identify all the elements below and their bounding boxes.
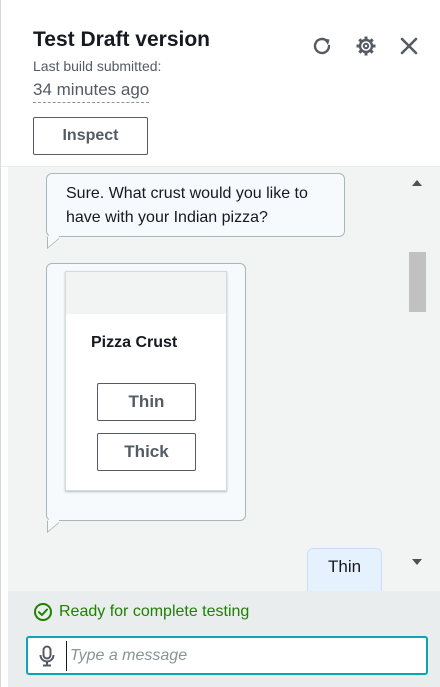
card-button-thick[interactable]: Thick — [97, 433, 196, 471]
build-time: 34 minutes ago — [33, 80, 150, 103]
bot-message-text: Sure. What crust would you like to have … — [66, 185, 308, 226]
message-input[interactable] — [66, 640, 426, 671]
test-bot-panel: Test Draft version Last build submitted:… — [0, 0, 440, 687]
refresh-icon[interactable] — [310, 34, 334, 58]
card-image — [66, 272, 226, 314]
check-circle-icon — [34, 603, 52, 621]
microphone-icon[interactable] — [28, 638, 66, 673]
scroll-thumb[interactable] — [409, 252, 426, 312]
chat-scrollbar[interactable] — [407, 167, 428, 591]
status-text: Ready for complete testing — [59, 603, 250, 620]
panel-footer: Ready for complete testing — [8, 591, 440, 687]
close-icon[interactable] — [397, 34, 421, 58]
card-button-thin[interactable]: Thin — [97, 383, 196, 421]
user-message-bubble: Thin — [307, 548, 382, 591]
gear-icon[interactable] — [354, 34, 378, 58]
scroll-down-arrow-icon[interactable] — [412, 559, 422, 565]
card-title: Pizza Crust — [91, 334, 178, 351]
status-indicator: Ready for complete testing — [33, 602, 249, 622]
bot-message-bubble: Sure. What crust would you like to have … — [46, 173, 345, 237]
scroll-up-arrow-icon[interactable] — [412, 180, 422, 186]
inspect-button[interactable]: Inspect — [33, 117, 148, 155]
panel-title: Test Draft version — [33, 28, 210, 51]
chat-transcript[interactable]: Sure. What crust would you like to have … — [8, 167, 440, 591]
build-subtitle: Last build submitted: — [33, 58, 162, 74]
message-input-wrapper[interactable] — [26, 636, 428, 675]
response-card: Pizza Crust Thin Thick — [65, 271, 227, 491]
panel-header: Test Draft version Last build submitted:… — [1, 0, 440, 167]
